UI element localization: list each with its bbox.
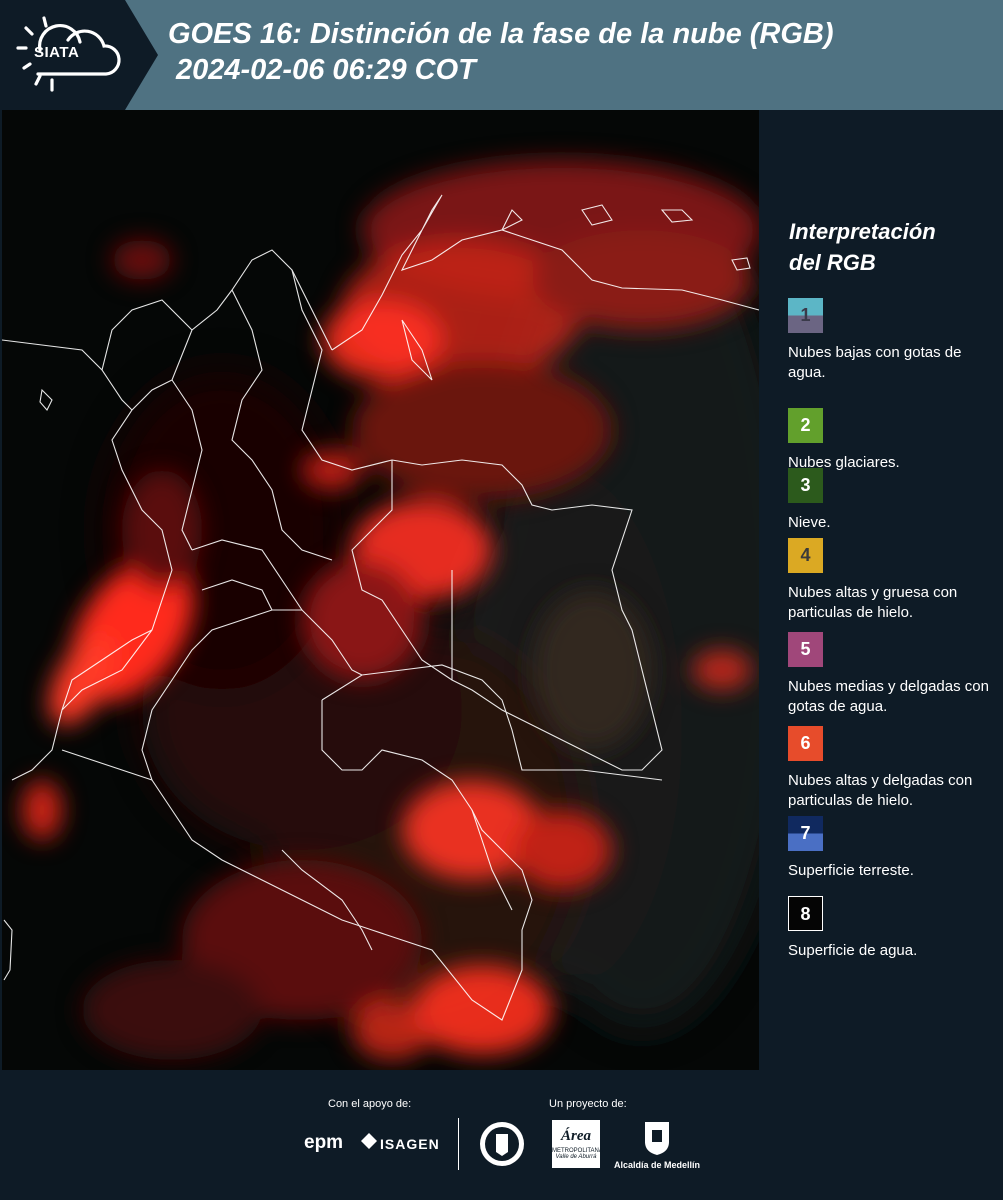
alcaldia-label: Alcaldía de Medellín <box>614 1160 701 1170</box>
legend-item-1: 1 Nubes bajas con gotas de agua. <box>788 298 1000 383</box>
page-title: GOES 16: Distinción de la fase de la nub… <box>168 16 834 88</box>
legend-swatch-7: 7 <box>788 816 823 851</box>
university-seal-icon <box>480 1122 524 1166</box>
legend-number: 3 <box>800 475 811 495</box>
legend-label: Nieve. <box>788 514 831 531</box>
legend-item-2: 2 Nubes glaciares. <box>788 408 1000 473</box>
legend-swatch-6: 6 <box>788 726 823 761</box>
legend-title-line2: del RGB <box>789 250 876 275</box>
legend-swatch-1: 1 <box>788 298 823 333</box>
legend-number: 5 <box>800 639 811 659</box>
legend-title: Interpretación del RGB <box>789 216 936 278</box>
legend-label: Nubes bajas con gotas de agua. <box>788 344 962 381</box>
medellin-shield-icon <box>645 1122 669 1155</box>
epm-logo: epm <box>304 1132 344 1153</box>
legend-swatch-8: 8 <box>788 896 823 931</box>
legend-item-8: 8 Superficie de agua. <box>788 896 1000 961</box>
satellite-map[interactable] <box>2 110 759 1070</box>
title-datetime: 2024-02-06 06:29 COT <box>176 54 476 86</box>
legend-number: 1 <box>800 305 811 325</box>
legend-title-line1: Interpretación <box>789 219 936 244</box>
legend-item-7: 7 Superficie terreste. <box>788 816 1000 881</box>
legend-number: 7 <box>800 823 811 843</box>
area-metropolitana-logo: Área METROPOLITANA Valle de Aburrá <box>552 1120 603 1168</box>
isagen-logo-icon <box>361 1133 377 1149</box>
area-logo-text: Área <box>561 1128 591 1144</box>
legend-number: 4 <box>800 545 811 565</box>
legend-swatch-2: 2 <box>788 408 823 443</box>
legend-swatch-4: 4 <box>788 538 823 573</box>
legend-label: Nubes altas y gruesa con particulas de h… <box>788 584 958 621</box>
legend-item-5: 5 Nubes medias y delgadas con gotas de ag… <box>788 632 1000 717</box>
satellite-image <box>2 110 759 1070</box>
legend-number: 6 <box>800 733 811 753</box>
legend-panel: Interpretación del RGB 1 Nubes bajas con … <box>760 110 1003 1070</box>
legend-label: Nubes altas y delgadas con particulas de… <box>788 772 973 809</box>
title-product: GOES 16: Distinción de la fase de la nub… <box>168 18 834 50</box>
project-label: Un proyecto de: <box>549 1098 627 1110</box>
legend-item-4: 4 Nubes altas y gruesa con particulas de … <box>788 538 1000 623</box>
isagen-logo: ISAGEN <box>380 1136 440 1152</box>
footer-divider <box>458 1118 459 1170</box>
legend-label: Nubes medias y delgadas con gotas de agu… <box>788 678 989 715</box>
legend-swatch-3: 3 <box>788 468 823 503</box>
legend-item-6: 6 Nubes altas y delgadas con particulas d… <box>788 726 1000 811</box>
legend-item-3: 3 Nieve. <box>788 468 1000 533</box>
siata-logo-text: SIATA <box>34 44 80 61</box>
support-label: Con el apoyo de: <box>328 1098 412 1110</box>
legend-number: 8 <box>800 904 811 924</box>
footer: Con el apoyo de: Un proyecto de: epm ISA… <box>0 1070 1003 1200</box>
legend-label: Superficie de agua. <box>788 942 918 959</box>
header-bar: SIATA GOES 16: Distinción de la fase de … <box>0 0 1003 110</box>
legend-number: 2 <box>800 415 811 435</box>
legend-label: Superficie terreste. <box>788 862 914 879</box>
legend-swatch-5: 5 <box>788 632 823 667</box>
area-logo-line2: Valle de Aburrá <box>555 1154 597 1160</box>
